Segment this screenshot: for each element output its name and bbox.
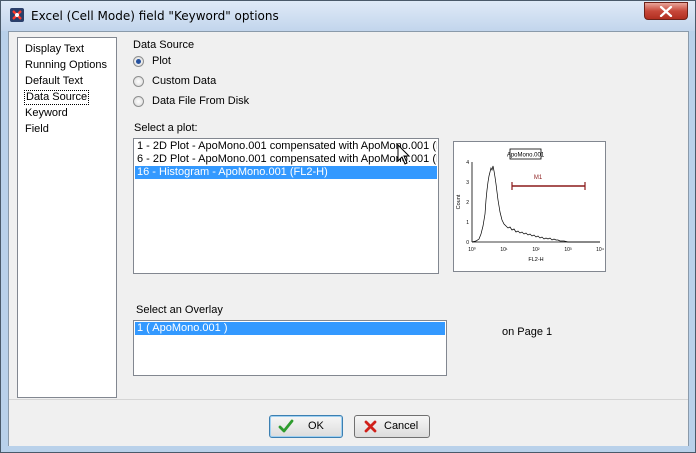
mouse-pointer-icon	[397, 144, 411, 165]
radio-data-file-label: Data File From Disk	[152, 95, 250, 107]
nav-item-field[interactable]: Field	[24, 122, 50, 137]
preview-y-tick: 3	[466, 180, 469, 186]
preview-y-tick: 0	[466, 240, 469, 246]
marker-m1-label: M1	[534, 175, 543, 181]
ok-button-label: OK	[308, 420, 324, 432]
preview-title: ApoMono.001	[507, 153, 545, 159]
title-bar[interactable]: Excel (Cell Mode) field "Keyword" option…	[1, 1, 695, 31]
preview-x-tick: 10¹	[500, 247, 508, 253]
preview-x-tick: 10⁴	[596, 247, 604, 253]
plot-listbox[interactable]: 1 - 2D Plot - ApoMono.001 compensated wi…	[133, 138, 439, 274]
nav-item-default-text[interactable]: Default Text	[24, 74, 84, 89]
plot-select-label: Select a plot:	[134, 122, 198, 134]
preview-y-tick: 1	[466, 220, 469, 226]
plot-list-item-selected[interactable]: 16 - Histogram - ApoMono.001 (FL2-H)	[135, 166, 437, 179]
preview-y-tick: 4	[466, 160, 469, 166]
cancel-x-icon	[364, 420, 377, 433]
plot-list-item[interactable]: 1 - 2D Plot - ApoMono.001 compensated wi…	[135, 140, 437, 153]
nav-item-display-text[interactable]: Display Text	[24, 42, 85, 57]
plot-list-item[interactable]: 6 - 2D Plot - ApoMono.001 compensated wi…	[135, 153, 437, 166]
radio-custom-data-label: Custom Data	[152, 75, 217, 87]
radio-custom-data-indicator[interactable]	[133, 76, 144, 87]
preview-x-tick: 10³	[564, 247, 572, 253]
button-bar: OK Cancel	[9, 399, 688, 446]
preview-x-tick: 10²	[532, 247, 540, 253]
close-button[interactable]	[644, 2, 688, 20]
overlay-select-label: Select an Overlay	[136, 304, 223, 316]
overlay-listbox[interactable]: 1 ( ApoMono.001 )	[133, 320, 447, 376]
radio-plot-indicator[interactable]	[133, 56, 144, 67]
histogram-preview-graphic: ApoMono.001 0 1 2 3 4 10⁰ 10¹ 10² 10³ 10…	[456, 148, 604, 263]
close-icon	[659, 6, 673, 17]
page-note: on Page 1	[502, 326, 553, 338]
dialog-window: Excel (Cell Mode) field "Keyword" option…	[0, 0, 696, 453]
window-title: Excel (Cell Mode) field "Keyword" option…	[31, 9, 279, 23]
cancel-button[interactable]: Cancel	[354, 415, 430, 438]
preview-x-label: FL2-H	[528, 257, 543, 263]
nav-item-running-options[interactable]: Running Options	[24, 58, 108, 73]
dialog-client-area: Display Text Running Options Default Tex…	[8, 31, 689, 446]
ok-button[interactable]: OK	[269, 415, 343, 438]
plot-preview: ApoMono.001 0 1 2 3 4 10⁰ 10¹ 10² 10³ 10…	[453, 141, 606, 272]
options-nav-list[interactable]: Display Text Running Options Default Tex…	[17, 37, 117, 398]
radio-plot-label: Plot	[152, 55, 171, 67]
preview-y-tick: 2	[466, 200, 469, 206]
preview-y-label: Count	[456, 194, 462, 209]
app-logo-icon	[10, 8, 24, 22]
data-source-group-label: Data Source	[133, 39, 195, 51]
cancel-button-label: Cancel	[384, 420, 419, 432]
nav-item-data-source[interactable]: Data Source	[24, 90, 90, 105]
overlay-list-item-selected[interactable]: 1 ( ApoMono.001 )	[135, 322, 445, 335]
checkmark-icon	[278, 419, 294, 433]
preview-x-tick: 10⁰	[468, 247, 476, 253]
radio-data-file-indicator[interactable]	[133, 96, 144, 107]
nav-item-keyword[interactable]: Keyword	[24, 106, 69, 121]
